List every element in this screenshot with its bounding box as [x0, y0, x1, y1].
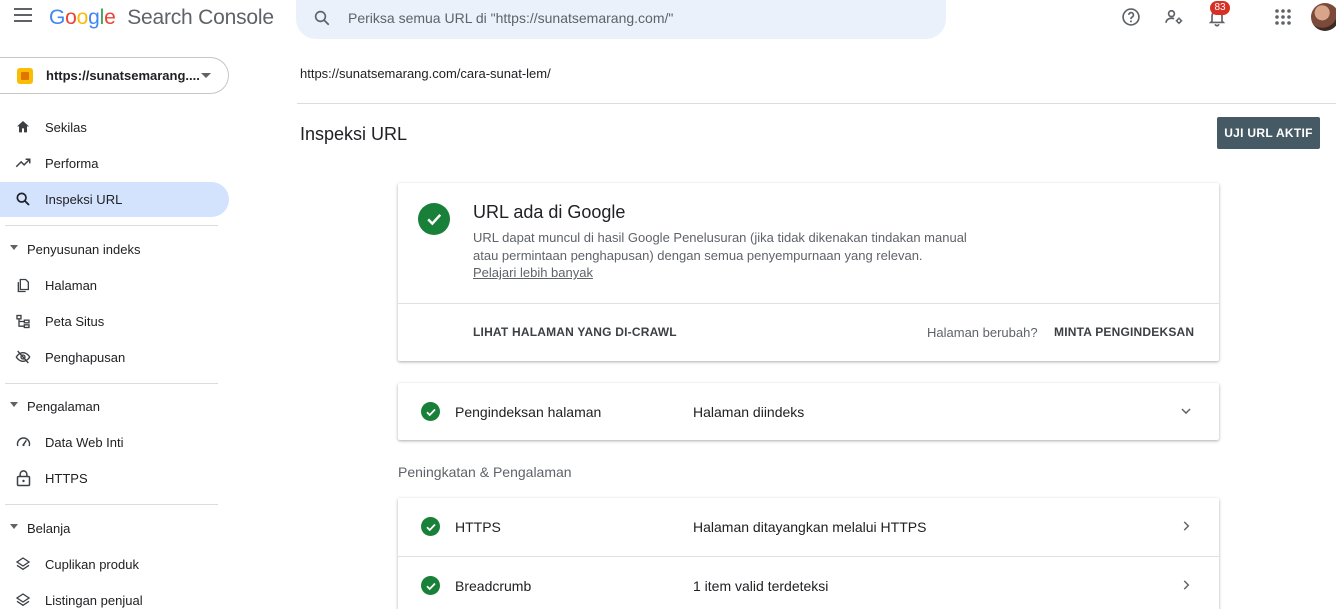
inspected-url: https://sunatsemarang.com/cara-sunat-lem…: [300, 66, 551, 81]
page-changed-label: Halaman berubah?: [927, 325, 1038, 340]
sidebar-section-shopping[interactable]: Belanja: [0, 516, 229, 542]
test-live-url-button[interactable]: UJI URL AKTIF: [1217, 117, 1320, 149]
header-divider: [297, 103, 1336, 104]
trending-up-icon: [14, 154, 32, 172]
sidebar-item-url-inspection[interactable]: Inspeksi URL: [0, 182, 229, 217]
row-name: Breadcrumb: [455, 578, 532, 594]
sidebar-section-experience[interactable]: Pengalaman: [0, 394, 229, 420]
apps-grid-icon[interactable]: [1272, 6, 1294, 28]
sidebar-section-indexing[interactable]: Penyusunan indeks: [0, 237, 229, 263]
sitemap-icon: [14, 312, 32, 330]
check-circle-icon: [421, 517, 440, 536]
help-icon[interactable]: [1120, 6, 1142, 28]
enhancement-row-https[interactable]: HTTPS Halaman ditayangkan melalui HTTPS: [398, 498, 1219, 556]
row-name: HTTPS: [455, 519, 501, 535]
sidebar-item-pages[interactable]: Halaman: [0, 268, 229, 303]
sidebar-item-overview[interactable]: Sekilas: [0, 110, 229, 145]
learn-more-link[interactable]: Pelajari lebih banyak: [473, 265, 593, 280]
visibility-off-icon: [14, 348, 32, 366]
collapse-caret-icon: [10, 245, 18, 250]
status-title: URL ada di Google: [473, 202, 626, 222]
speed-gauge-icon: [14, 433, 32, 451]
top-app-bar: Google Search Console 83: [0, 0, 1336, 39]
sidebar-item-sitemaps[interactable]: Peta Situs: [0, 304, 229, 339]
property-favicon-icon: [17, 68, 33, 84]
sidebar-item-product-snippets[interactable]: Cuplikan produk: [0, 547, 229, 582]
search-input[interactable]: [348, 8, 928, 28]
check-circle-icon: [421, 576, 440, 595]
check-circle-icon: [421, 402, 440, 421]
search-icon[interactable]: [313, 9, 331, 32]
chevron-right-icon[interactable]: [1178, 577, 1194, 593]
view-crawled-page-button[interactable]: LIHAT HALAMAN YANG DI-CRAWL: [473, 325, 677, 339]
collapse-caret-icon: [10, 524, 18, 529]
search-icon: [14, 190, 32, 208]
sidebar-item-https[interactable]: HTTPS: [0, 461, 229, 496]
chevron-down-icon[interactable]: [1178, 403, 1194, 419]
collapse-caret-icon: [10, 402, 18, 407]
request-indexing-button[interactable]: MINTA PENGINDEKSAN: [1054, 325, 1194, 339]
url-status-card: URL ada di Google URL dapat muncul di ha…: [398, 183, 1219, 361]
enhancements-card: HTTPS Halaman ditayangkan melalui HTTPS …: [398, 498, 1219, 609]
main-menu-icon[interactable]: [14, 8, 32, 22]
chevron-right-icon[interactable]: [1178, 518, 1194, 534]
product-logo[interactable]: Google Search Console: [49, 6, 274, 30]
pages-icon: [14, 276, 32, 294]
status-description: URL dapat muncul di hasil Google Penelus…: [473, 230, 967, 263]
sidebar-divider: [5, 504, 218, 505]
home-icon: [14, 118, 32, 136]
sidebar-divider: [5, 225, 218, 226]
sidebar-divider: [5, 383, 218, 384]
product-name: Search Console: [127, 6, 274, 29]
row-value: Halaman diindeks: [693, 404, 805, 420]
sidebar-item-core-web-vitals[interactable]: Data Web Inti: [0, 425, 229, 460]
sidebar-item-merchant-listings[interactable]: Listingan penjual: [0, 583, 229, 609]
property-label: https://sunatsemarang....: [46, 68, 200, 83]
enhancements-section-label: Peningkatan & Pengalaman: [398, 464, 572, 480]
row-value: Halaman ditayangkan melalui HTTPS: [693, 519, 927, 535]
sidebar-item-removals[interactable]: Penghapusan: [0, 340, 229, 375]
sidebar-item-performance[interactable]: Performa: [0, 146, 229, 181]
dropdown-caret-icon: [201, 73, 211, 78]
manage-users-icon[interactable]: [1163, 6, 1185, 28]
account-avatar[interactable]: [1311, 3, 1336, 31]
row-value: 1 item valid terdeteksi: [693, 578, 829, 594]
row-name: Pengindeksan halaman: [455, 404, 602, 420]
page-indexing-row[interactable]: Pengindeksan halaman Halaman diindeks: [398, 383, 1219, 440]
notification-count-badge: 83: [1210, 1, 1230, 15]
lock-icon: [14, 469, 32, 487]
inspect-url-search[interactable]: [296, 0, 946, 39]
enhancement-row-breadcrumb[interactable]: Breadcrumb 1 item valid terdeteksi: [398, 557, 1219, 609]
layers-icon: [14, 591, 32, 609]
check-circle-icon: [418, 203, 450, 235]
property-selector[interactable]: https://sunatsemarang....: [0, 57, 229, 94]
layers-icon: [14, 555, 32, 573]
card-divider: [398, 303, 1219, 304]
page-title: Inspeksi URL: [300, 124, 408, 144]
